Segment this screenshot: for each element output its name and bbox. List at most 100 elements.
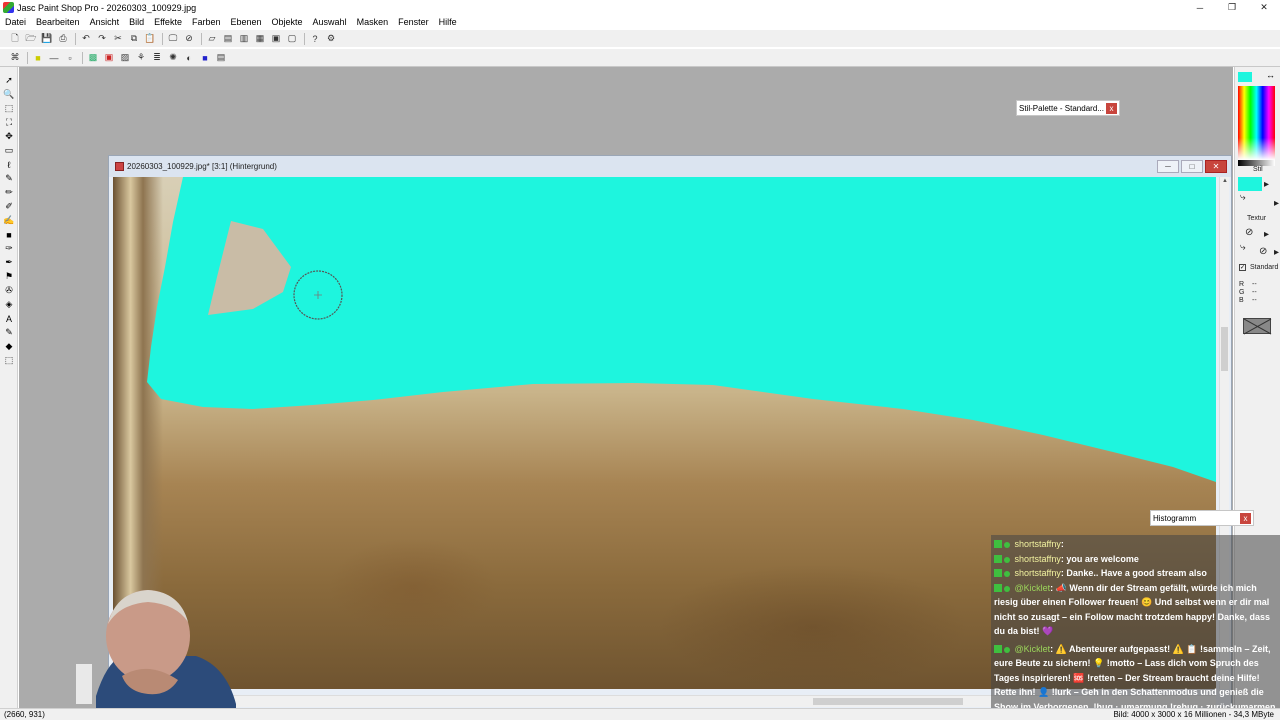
cut-icon[interactable]: ✂ xyxy=(111,32,125,45)
minimize-button[interactable]: ─ xyxy=(1184,0,1216,15)
menu-auswahl[interactable]: Auswahl xyxy=(308,17,352,27)
full-screen-icon[interactable]: ▱ xyxy=(205,32,219,45)
flood-fill-icon[interactable]: ◈ xyxy=(3,299,15,310)
help-icon[interactable]: ⊘ xyxy=(182,32,196,45)
histogram-icon[interactable]: ▥ xyxy=(237,32,251,45)
retouch-tool-icon[interactable]: ■ xyxy=(3,229,15,240)
foreground-swatch[interactable] xyxy=(1238,72,1252,82)
undo-icon[interactable]: ↶ xyxy=(79,32,93,45)
menu-datei[interactable]: Datei xyxy=(0,17,31,27)
brush-icon[interactable]: ✺ xyxy=(166,51,180,64)
menu-objekte[interactable]: Objekte xyxy=(267,17,308,27)
foreground-icon[interactable]: ■ xyxy=(31,51,45,64)
stil-expand-icon[interactable]: ▸ xyxy=(1274,198,1279,209)
document-titlebar[interactable]: 20260303_100929.jpg* [3:1] (Hintergrund)… xyxy=(109,156,1231,177)
save-icon[interactable]: 💾 xyxy=(40,32,54,45)
browse-icon[interactable]: 🖵 xyxy=(166,32,180,45)
color-spectrum[interactable] xyxy=(1238,86,1275,160)
transparent-swatch[interactable] xyxy=(1243,318,1271,334)
textur-arrow-icon[interactable]: ▸ xyxy=(1264,229,1269,240)
swap-colors-icon[interactable]: ↔ xyxy=(1266,70,1275,80)
paintbrush-tool-icon[interactable]: ✏ xyxy=(3,187,15,198)
vertical-scroll-thumb[interactable] xyxy=(1221,327,1228,371)
whats-this-icon[interactable]: ? xyxy=(308,32,322,45)
swap-stil-icon[interactable]: ⤷ xyxy=(1240,192,1246,203)
selection-tool-icon[interactable]: ▭ xyxy=(3,145,15,156)
tube-icon[interactable]: ⚘ xyxy=(134,51,148,64)
overview-icon[interactable]: ▣ xyxy=(269,32,283,45)
cursor-coordinates: (2660, 931) xyxy=(4,710,45,719)
menu-effekte[interactable]: Effekte xyxy=(149,17,187,27)
effects-icon[interactable]: ▩ xyxy=(86,51,100,64)
doc-close-button[interactable]: ✕ xyxy=(1205,160,1227,173)
histogram-panel[interactable]: Histogramm x xyxy=(1150,510,1254,526)
doc-minimize-button[interactable]: ─ xyxy=(1157,160,1179,173)
picture-tube-icon[interactable]: ⚑ xyxy=(3,271,15,282)
palette-icon[interactable]: ■ xyxy=(198,51,212,64)
float-icon[interactable]: ▫ xyxy=(63,51,77,64)
stil-swatch[interactable] xyxy=(1238,177,1262,191)
status-dot-icon xyxy=(1004,585,1010,592)
paint-icon[interactable]: ◐ xyxy=(182,51,196,64)
textur-expand-icon[interactable]: ▸ xyxy=(1274,247,1279,258)
b-value: -- xyxy=(1252,297,1257,304)
deform-tool-icon[interactable]: ⬚ xyxy=(3,103,15,114)
script-icon[interactable]: ⚙ xyxy=(324,32,338,45)
menu-bearbeiten[interactable]: Bearbeiten xyxy=(31,17,85,27)
no-texture-2-icon[interactable]: ⊘ xyxy=(1259,246,1267,257)
menu-farben[interactable]: Farben xyxy=(187,17,226,27)
tool-options-icon[interactable]: ▢ xyxy=(285,32,299,45)
layers-icon[interactable]: ▨ xyxy=(118,51,132,64)
filter-icon[interactable]: ≣ xyxy=(150,51,164,64)
layer-palette-icon[interactable]: ▦ xyxy=(253,32,267,45)
no-texture-icon[interactable]: ⊘ xyxy=(1245,227,1253,238)
copy-icon[interactable]: ⧉ xyxy=(127,32,141,45)
menu-masken[interactable]: Masken xyxy=(352,17,394,27)
stil-arrow-icon[interactable]: ▸ xyxy=(1264,179,1269,190)
menu-fenster[interactable]: Fenster xyxy=(393,17,434,27)
menu-ansicht[interactable]: Ansicht xyxy=(85,17,125,27)
color-replacer-icon[interactable]: ✍ xyxy=(3,215,15,226)
redo-icon[interactable]: ↷ xyxy=(95,32,109,45)
text-tool-icon[interactable]: A xyxy=(3,313,15,324)
stil-palette-close-button[interactable]: x xyxy=(1106,103,1117,114)
clone-brush-icon[interactable]: ✐ xyxy=(3,201,15,212)
airbrush-tool-icon[interactable]: ✇ xyxy=(3,285,15,296)
lasso-tool-icon[interactable]: ℓ xyxy=(3,159,15,170)
new-icon[interactable]: 🗋 xyxy=(8,32,22,45)
script-run-icon[interactable]: ⌘ xyxy=(8,51,22,64)
close-button[interactable]: ✕ xyxy=(1248,0,1280,15)
toggle-grid-icon[interactable]: ▤ xyxy=(221,32,235,45)
stripes-icon[interactable]: ▤ xyxy=(214,51,228,64)
restore-button[interactable]: ❐ xyxy=(1216,0,1248,15)
histogram-close-button[interactable]: x xyxy=(1240,513,1251,524)
scroll-up-icon[interactable]: ▲ xyxy=(1220,178,1230,184)
stil-palette-panel[interactable]: Stil-Palette - Standard... x xyxy=(1016,100,1120,116)
dropper-tool-icon[interactable]: ✎ xyxy=(3,173,15,184)
chat-username: @Kicklet xyxy=(1014,643,1051,654)
selection-icon[interactable]: — xyxy=(47,51,61,64)
preset-shapes-icon[interactable]: ◆ xyxy=(3,341,15,352)
color-icon[interactable]: ▣ xyxy=(102,51,116,64)
doc-maximize-button[interactable]: □ xyxy=(1181,160,1203,173)
standard-checkbox[interactable]: ✓ xyxy=(1239,264,1246,271)
webcam-background xyxy=(76,664,92,704)
arrow-tool-icon[interactable]: ➚ xyxy=(3,75,15,86)
menu-ebenen[interactable]: Ebenen xyxy=(225,17,266,27)
horizontal-scroll-thumb[interactable] xyxy=(813,698,963,705)
eraser-tool-icon[interactable]: ✒ xyxy=(3,257,15,268)
scratch-remover-icon[interactable]: ✑ xyxy=(3,243,15,254)
draw-tool-icon[interactable]: ✎ xyxy=(3,327,15,338)
object-selector-icon[interactable]: ⬚ xyxy=(3,355,15,366)
swap-texture-icon[interactable]: ⤷ xyxy=(1240,242,1246,253)
chat-username: @Kicklet xyxy=(1014,582,1051,593)
zoom-tool-icon[interactable]: 🔍 xyxy=(3,89,15,100)
menu-hilfe[interactable]: Hilfe xyxy=(434,17,462,27)
move-tool-icon[interactable]: ✥ xyxy=(3,131,15,142)
window-controls: ─ ❐ ✕ xyxy=(1184,0,1280,15)
open-icon[interactable]: 🗁 xyxy=(24,32,38,45)
menu-bild[interactable]: Bild xyxy=(124,17,149,27)
print-icon[interactable]: ⎙ xyxy=(56,32,70,45)
crop-tool-icon[interactable]: ⛶ xyxy=(3,117,15,128)
paste-icon[interactable]: 📋 xyxy=(143,32,157,45)
